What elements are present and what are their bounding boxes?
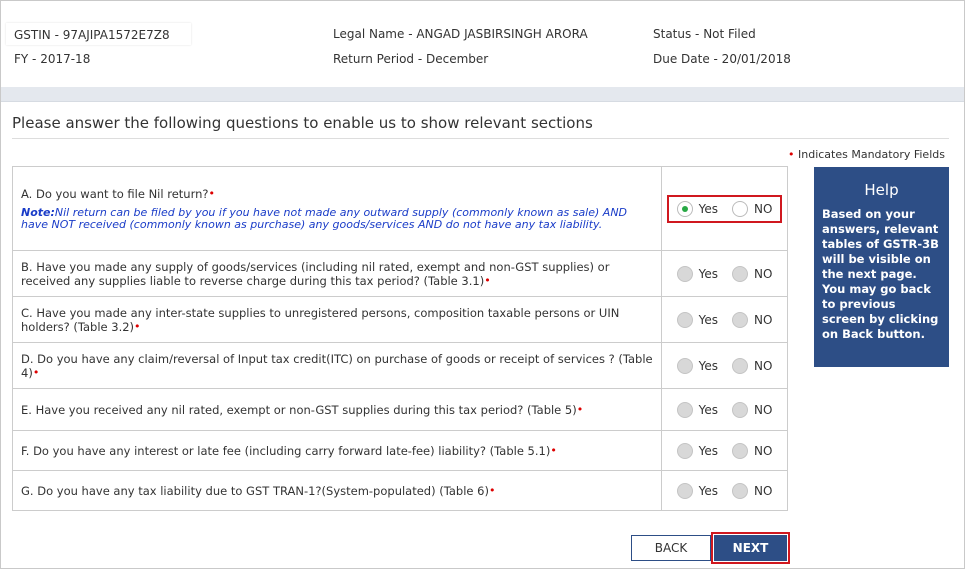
itc-no-radio[interactable] [731,357,748,374]
help-panel: Help Based on your answers, relevant tab… [814,167,949,367]
question-text: E. Have you received any nil rated, exem… [21,402,577,417]
next-button[interactable]: NEXT [714,535,787,561]
question-text: F. Do you have any interest or late fee … [21,443,551,458]
help-title: Help [864,181,899,199]
nil-return-note: Note:Nil return can be filed by you if y… [21,205,653,231]
question-text: B. Have you made any supply of goods/ser… [21,259,610,288]
section-band [1,87,964,102]
question-text: D. Do you have any claim/reversal of Inp… [21,351,653,380]
question-cell: D. Do you have any claim/reversal of Inp… [13,343,662,388]
mandatory-marker: • [484,273,491,287]
yes-label[interactable]: Yes [699,313,718,327]
late-fee-no-radio[interactable] [731,442,748,459]
answer-cell: Yes NO [662,471,787,510]
answer-cell: Yes NO [662,389,787,430]
supply-no-radio[interactable] [731,265,748,282]
nil-rated-yes-radio[interactable] [676,401,693,418]
yes-label[interactable]: Yes [699,444,718,458]
question-cell: A. Do you want to file Nil return?• Note… [13,167,662,250]
inter-state-yes-radio[interactable] [676,311,693,328]
mandatory-marker: • [134,319,141,333]
nil-rated-radio-group: Yes NO [669,399,781,421]
due-date: Due Date - 20/01/2018 [653,52,791,66]
tran1-no-radio[interactable] [731,482,748,499]
page-heading: Please answer the following questions to… [12,114,593,132]
next-button-highlight: NEXT [711,532,790,564]
itc-yes-radio[interactable] [676,357,693,374]
question-cell: C. Have you made any inter-state supplie… [13,297,662,342]
question-cell: G. Do you have any tax liability due to … [13,471,662,510]
itc-radio-group: Yes NO [669,355,781,377]
answer-cell: Yes NO [662,251,787,296]
supply-radio-group: Yes NO [669,263,781,285]
yes-label[interactable]: Yes [699,484,718,498]
mandatory-text: Indicates Mandatory Fields [798,148,945,161]
no-label[interactable]: NO [754,444,772,458]
mandatory-marker: • [550,443,557,457]
no-label[interactable]: NO [754,202,772,216]
answer-cell: Yes NO [662,431,787,470]
nil-return-no-radio[interactable] [731,200,748,217]
gstin: GSTIN - 97AJIPA1572E7Z8 [14,28,170,42]
financial-year: FY - 2017-18 [14,52,91,66]
mandatory-marker: • [488,483,496,497]
help-text: Based on your answers, relevant tables o… [822,207,939,341]
no-label[interactable]: NO [754,313,772,327]
mandatory-fields-note: • Indicates Mandatory Fields [788,148,945,161]
note-text: Nil return can be filed by you if you ha… [21,205,628,231]
late-fee-yes-radio[interactable] [676,442,693,459]
gstin-value: 97AJIPA1572E7Z8 [62,28,170,42]
nil-return-yes-radio[interactable] [676,200,693,217]
question-cell: F. Do you have any interest or late fee … [13,431,662,470]
filing-status: Status - Not Filed [653,27,756,41]
legal-name: Legal Name - ANGAD JASBIRSINGH ARORA [333,27,588,41]
question-cell: E. Have you received any nil rated, exem… [13,389,662,430]
no-label[interactable]: NO [754,267,772,281]
inter-state-radio-group: Yes NO [669,309,781,331]
no-label[interactable]: NO [754,403,772,417]
gstin-label: GSTIN - [14,28,63,42]
mandatory-marker: • [32,365,40,379]
tran1-yes-radio[interactable] [676,482,693,499]
question-text: G. Do you have any tax liability due to … [21,483,489,498]
heading-divider [12,138,949,139]
yes-label[interactable]: Yes [699,202,718,216]
nil-rated-no-radio[interactable] [731,401,748,418]
return-period: Return Period - December [333,52,489,66]
question-row-c: C. Have you made any inter-state supplie… [13,297,787,343]
question-row-b: B. Have you made any supply of goods/ser… [13,251,787,297]
answer-cell: Yes NO [662,297,787,342]
question-row-g: G. Do you have any tax liability due to … [13,471,787,511]
answer-cell: Yes NO [662,167,787,250]
question-row-f: F. Do you have any interest or late fee … [13,431,787,471]
mandatory-marker: • [576,402,584,416]
mandatory-marker: • [208,186,216,200]
late-fee-radio-group: Yes NO [669,440,781,462]
question-row-d: D. Do you have any claim/reversal of Inp… [13,343,787,389]
question-text: A. Do you want to file Nil return? [21,186,209,201]
tran1-radio-group: Yes NO [669,480,781,502]
no-label[interactable]: NO [754,359,772,373]
nil-return-radio-group: Yes NO [666,194,783,223]
yes-label[interactable]: Yes [699,359,718,373]
question-row-e: E. Have you received any nil rated, exem… [13,389,787,431]
no-label[interactable]: NO [754,484,772,498]
question-cell: B. Have you made any supply of goods/ser… [13,251,662,296]
question-text: C. Have you made any inter-state supplie… [21,305,620,334]
answer-cell: Yes NO [662,343,787,388]
back-button[interactable]: BACK [631,535,711,561]
question-row-a: A. Do you want to file Nil return?• Note… [13,167,787,251]
questions-table: A. Do you want to file Nil return?• Note… [12,166,788,511]
yes-label[interactable]: Yes [699,403,718,417]
mandatory-marker: • [788,148,795,161]
inter-state-no-radio[interactable] [731,311,748,328]
supply-yes-radio[interactable] [676,265,693,282]
yes-label[interactable]: Yes [699,267,718,281]
